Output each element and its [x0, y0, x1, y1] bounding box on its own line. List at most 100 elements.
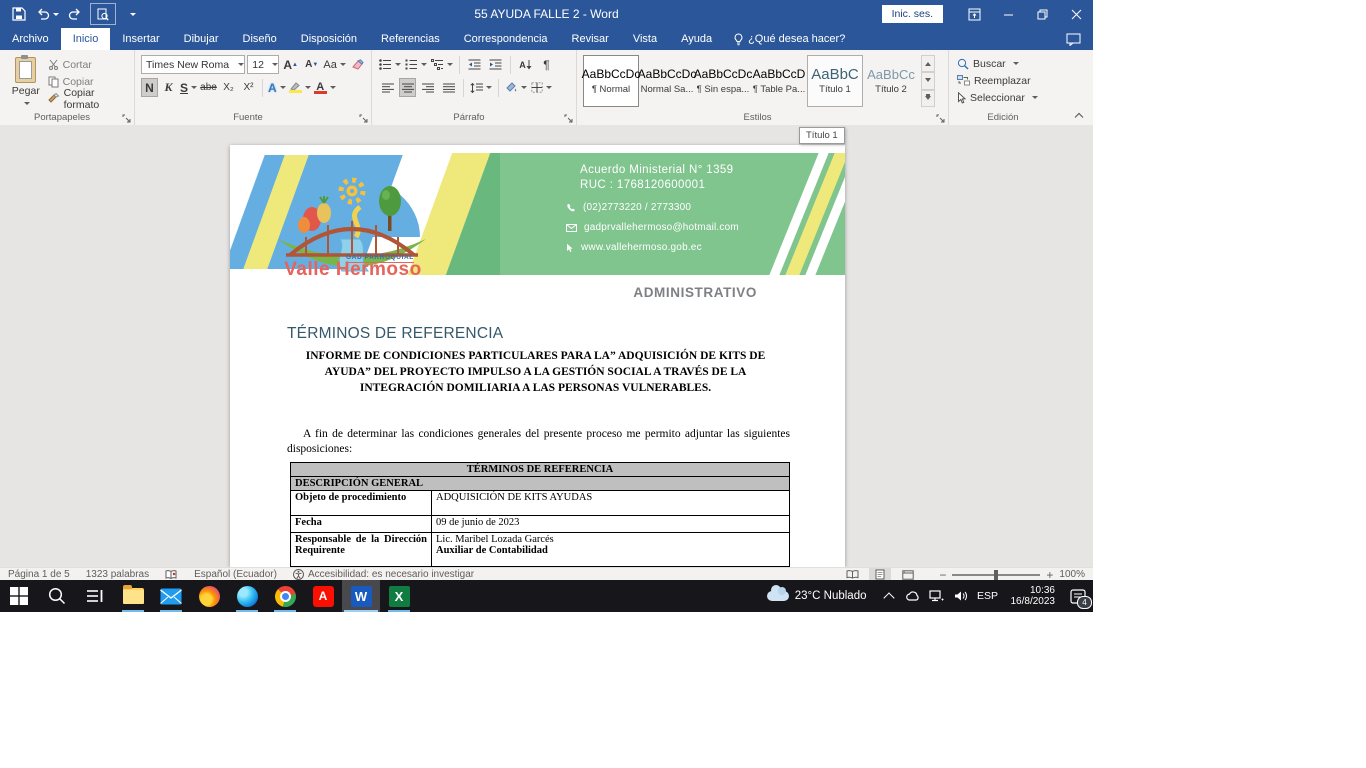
style-normal-sa[interactable]: AaBbCcDc Normal Sa... [639, 55, 695, 107]
undo-button[interactable] [34, 2, 60, 26]
tab-dibujar[interactable]: Dibujar [172, 28, 231, 50]
shading-button[interactable] [504, 78, 528, 97]
collapse-ribbon-button[interactable] [1074, 112, 1083, 121]
justify-button[interactable] [439, 78, 458, 97]
tab-ayuda[interactable]: Ayuda [669, 28, 724, 50]
justify-icon [443, 83, 455, 93]
zoom-level[interactable]: 100% [1059, 569, 1085, 580]
find-button[interactable]: Buscar [955, 55, 1053, 72]
firefox-button[interactable] [190, 580, 228, 612]
styles-scroll-down-button[interactable] [921, 72, 935, 89]
taskbar-search-button[interactable] [38, 580, 76, 612]
cut-icon [48, 59, 59, 70]
ribbon-display-options-button[interactable] [957, 0, 991, 28]
sign-in-button[interactable]: Inic. ses. [882, 5, 943, 23]
grow-font-button[interactable]: A▲ [281, 55, 300, 74]
tell-me-box[interactable]: ¿Qué desea hacer? [724, 28, 855, 50]
tab-insertar[interactable]: Insertar [110, 28, 171, 50]
onedrive-tray-icon[interactable] [901, 580, 925, 612]
tab-revisar[interactable]: Revisar [560, 28, 621, 50]
tab-vista[interactable]: Vista [621, 28, 669, 50]
align-center-button[interactable] [399, 78, 416, 97]
close-button[interactable] [1059, 0, 1093, 28]
chrome-button[interactable] [266, 580, 304, 612]
acrobat-button[interactable]: A [304, 580, 342, 612]
hidden-icons-button[interactable] [877, 580, 901, 612]
clipboard-dialog-launcher[interactable] [122, 114, 131, 123]
font-name-combo[interactable]: Times New Roma [141, 55, 245, 74]
format-painter-button[interactable]: Copiar formato [46, 90, 130, 107]
numbering-button[interactable] [404, 55, 428, 74]
change-case-button[interactable]: Aa [323, 55, 346, 74]
superscript-button[interactable]: X² [239, 78, 258, 97]
task-view-button[interactable] [76, 580, 114, 612]
save-button[interactable] [6, 2, 32, 26]
style-titulo-1[interactable]: AaBbC Título 1 [807, 55, 863, 107]
document-page[interactable]: Acuerdo Ministerial N° 1359 RUC : 176812… [230, 145, 845, 567]
tab-disposicion[interactable]: Disposición [289, 28, 369, 50]
subscript-button[interactable]: X₂ [219, 78, 238, 97]
tab-inicio[interactable]: Inicio [61, 28, 111, 50]
style-normal[interactable]: AaBbCcDc ¶ Normal [583, 55, 639, 107]
network-tray-icon[interactable] [925, 580, 949, 612]
paste-dropdown-icon[interactable] [24, 102, 30, 108]
font-color-button[interactable]: A [313, 78, 337, 97]
tab-archivo[interactable]: Archivo [0, 28, 61, 50]
styles-more-button[interactable] [921, 90, 935, 107]
highlight-button[interactable] [288, 78, 312, 97]
word-taskbar-button[interactable]: W [342, 580, 380, 612]
align-right-button[interactable] [418, 78, 437, 97]
font-size-combo[interactable]: 12 [247, 55, 279, 74]
zoom-slider-thumb[interactable] [994, 570, 998, 580]
edge-button[interactable] [228, 580, 266, 612]
strikethrough-button[interactable]: abe [199, 78, 218, 97]
clear-formatting-button[interactable] [348, 55, 367, 74]
paste-button[interactable]: Pegar [6, 55, 46, 108]
underline-button[interactable]: S [179, 78, 198, 97]
select-button[interactable]: Seleccionar [955, 89, 1053, 106]
comments-icon[interactable] [1066, 33, 1081, 46]
styles-dialog-launcher[interactable] [936, 114, 945, 123]
multilevel-list-button[interactable] [430, 55, 454, 74]
volume-tray-icon[interactable] [949, 580, 973, 612]
excel-taskbar-button[interactable]: X [380, 580, 418, 612]
sort-button[interactable]: A [516, 55, 535, 74]
customize-qat-button[interactable] [118, 2, 144, 26]
print-preview-button[interactable] [90, 3, 116, 25]
bullets-button[interactable] [378, 55, 402, 74]
style-sin-espaciado[interactable]: AaBbCcDc ¶ Sin espa... [695, 55, 751, 107]
cut-button[interactable]: Cortar [46, 56, 130, 73]
start-button[interactable] [0, 580, 38, 612]
line-spacing-button[interactable] [469, 78, 493, 97]
tab-diseno[interactable]: Diseño [231, 28, 289, 50]
redo-button[interactable] [62, 2, 88, 26]
style-titulo-2[interactable]: AaBbCc Título 2 [863, 55, 919, 107]
text-effects-button[interactable]: A [267, 78, 287, 97]
mail-button[interactable] [152, 580, 190, 612]
decrease-indent-button[interactable] [465, 55, 484, 74]
show-marks-button[interactable]: ¶ [537, 55, 556, 74]
bold-button[interactable]: N [141, 78, 158, 97]
zoom-slider[interactable] [952, 574, 1040, 576]
minimize-button[interactable] [991, 0, 1025, 28]
clock-widget[interactable]: 10:36 16/8/2023 [1003, 585, 1064, 607]
styles-scroll-up-button[interactable] [921, 55, 935, 72]
font-dialog-launcher[interactable] [359, 114, 368, 123]
file-explorer-button[interactable] [114, 580, 152, 612]
language-tray-button[interactable]: ESP [973, 580, 1003, 612]
tab-correspondencia[interactable]: Correspondencia [452, 28, 560, 50]
restore-button[interactable] [1025, 0, 1059, 28]
align-left-button[interactable] [378, 78, 397, 97]
notification-center-button[interactable]: 4 [1063, 580, 1093, 612]
shrink-font-button[interactable]: A▼ [302, 55, 321, 74]
replace-button[interactable]: Reemplazar [955, 72, 1053, 89]
document-canvas[interactable]: Acuerdo Ministerial N° 1359 RUC : 176812… [0, 125, 1093, 567]
paragraph-dialog-launcher[interactable] [564, 114, 573, 123]
borders-button[interactable] [530, 78, 553, 97]
increase-indent-button[interactable] [486, 55, 505, 74]
italic-button[interactable]: K [159, 78, 178, 97]
undo-dropdown-icon[interactable] [53, 13, 59, 19]
style-table-pa[interactable]: AaBbCcD ¶ Table Pa... [751, 55, 807, 107]
tab-referencias[interactable]: Referencias [369, 28, 452, 50]
weather-widget[interactable]: 23°C Nublado [757, 590, 877, 602]
